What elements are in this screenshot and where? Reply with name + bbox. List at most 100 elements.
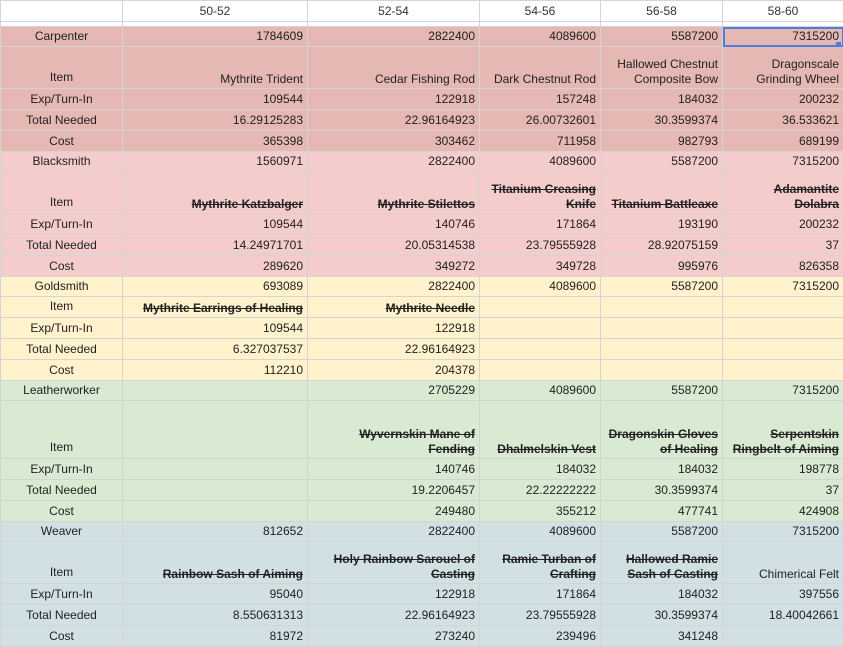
row-label-item[interactable]: Item (1, 172, 123, 214)
total-exp-cell[interactable]: 5587200 (601, 522, 723, 542)
column-header[interactable]: 52-54 (308, 1, 480, 22)
total-exp-cell[interactable]: 2822400 (308, 152, 480, 172)
row-label-exp[interactable]: Exp/Turn-In (1, 459, 123, 480)
row-label-item[interactable]: Item (1, 47, 123, 89)
row-label-exp[interactable]: Exp/Turn-In (1, 89, 123, 110)
row-label-cost[interactable]: Cost (1, 501, 123, 522)
total-exp-cell[interactable]: 4089600 (480, 277, 601, 297)
column-header[interactable]: 58-60 (723, 1, 843, 22)
total-exp-cell[interactable]: 2705229 (308, 381, 480, 401)
row-label-exp[interactable]: Exp/Turn-In (1, 318, 123, 339)
exp-cell[interactable]: 157248 (480, 89, 601, 110)
exp-cell[interactable] (123, 459, 308, 480)
item-cell[interactable]: Cedar Fishing Rod (308, 47, 480, 89)
exp-cell[interactable] (723, 318, 843, 339)
row-label-item[interactable]: Item (1, 297, 123, 318)
exp-cell[interactable]: 122918 (308, 584, 480, 605)
cost-cell[interactable]: 711958 (480, 131, 601, 152)
total-exp-cell[interactable]: 7315200 (723, 152, 843, 172)
exp-cell[interactable]: 193190 (601, 214, 723, 235)
total-exp-cell[interactable]: 5587200 (601, 277, 723, 297)
needed-cell[interactable]: 16.29125283 (123, 110, 308, 131)
needed-cell[interactable]: 26.00732601 (480, 110, 601, 131)
total-exp-cell[interactable]: 4089600 (480, 152, 601, 172)
exp-cell[interactable]: 184032 (601, 459, 723, 480)
needed-cell[interactable]: 22.96164923 (308, 339, 480, 360)
row-label-cost[interactable]: Cost (1, 256, 123, 277)
cost-cell[interactable]: 982793 (601, 131, 723, 152)
needed-cell[interactable]: 6.327037537 (123, 339, 308, 360)
exp-cell[interactable]: 184032 (601, 584, 723, 605)
item-cell[interactable]: Mythrite Needle (308, 297, 480, 318)
cost-cell[interactable] (480, 360, 601, 381)
needed-cell[interactable]: 14.24971701 (123, 235, 308, 256)
item-cell[interactable]: Chimerical Felt (723, 542, 843, 584)
total-exp-cell[interactable]: 1560971 (123, 152, 308, 172)
needed-cell[interactable]: 22.22222222 (480, 480, 601, 501)
item-cell[interactable]: Titanium Creasing Knife (480, 172, 601, 214)
exp-cell[interactable]: 171864 (480, 584, 601, 605)
cost-cell[interactable]: 365398 (123, 131, 308, 152)
needed-cell[interactable]: 36.533621 (723, 110, 843, 131)
cost-cell[interactable]: 424908 (723, 501, 843, 522)
exp-cell[interactable]: 122918 (308, 89, 480, 110)
cost-cell[interactable]: 289620 (123, 256, 308, 277)
item-cell[interactable]: Serpentskin Ringbelt of Aiming (723, 401, 843, 459)
row-label-needed[interactable]: Total Needed (1, 235, 123, 256)
cost-cell[interactable]: 689199 (723, 131, 843, 152)
row-label-needed[interactable]: Total Needed (1, 339, 123, 360)
needed-cell[interactable] (601, 339, 723, 360)
total-exp-cell[interactable]: 693089 (123, 277, 308, 297)
exp-cell[interactable]: 198778 (723, 459, 843, 480)
exp-cell[interactable]: 95040 (123, 584, 308, 605)
cost-cell[interactable]: 249480 (308, 501, 480, 522)
cost-cell[interactable]: 349728 (480, 256, 601, 277)
total-exp-cell[interactable] (123, 381, 308, 401)
cost-cell[interactable]: 273240 (308, 626, 480, 647)
exp-cell[interactable]: 140746 (308, 459, 480, 480)
total-exp-cell[interactable]: 4089600 (480, 522, 601, 542)
item-cell[interactable]: Hallowed Chestnut Composite Bow (601, 47, 723, 89)
item-cell[interactable]: Adamantite Dolabra (723, 172, 843, 214)
item-cell[interactable]: Dragonscale Grinding Wheel (723, 47, 843, 89)
exp-cell[interactable] (601, 318, 723, 339)
total-exp-cell[interactable]: 7315200 (723, 277, 843, 297)
row-label-needed[interactable]: Total Needed (1, 605, 123, 626)
section-name-black[interactable]: Blacksmith (1, 152, 123, 172)
needed-cell[interactable]: 20.05314538 (308, 235, 480, 256)
exp-cell[interactable]: 397556 (723, 584, 843, 605)
item-cell[interactable]: Dragonskin Gloves of Healing (601, 401, 723, 459)
item-cell[interactable]: Titanium Battleaxe (601, 172, 723, 214)
row-label-exp[interactable]: Exp/Turn-In (1, 584, 123, 605)
cost-cell[interactable]: 303462 (308, 131, 480, 152)
needed-cell[interactable]: 23.79555928 (480, 605, 601, 626)
total-exp-cell[interactable]: 812652 (123, 522, 308, 542)
item-cell[interactable]: Holy Rainbow Sarouel of Casting (308, 542, 480, 584)
cost-cell[interactable] (601, 360, 723, 381)
cost-cell[interactable]: 477741 (601, 501, 723, 522)
cost-cell[interactable]: 826358 (723, 256, 843, 277)
row-label-cost[interactable]: Cost (1, 626, 123, 647)
needed-cell[interactable]: 37 (723, 480, 843, 501)
item-cell[interactable]: Dark Chestnut Rod (480, 47, 601, 89)
needed-cell[interactable]: 18.40042661 (723, 605, 843, 626)
item-cell[interactable] (123, 401, 308, 459)
exp-cell[interactable]: 109544 (123, 214, 308, 235)
needed-cell[interactable] (123, 480, 308, 501)
cost-cell[interactable] (123, 501, 308, 522)
cost-cell[interactable] (723, 360, 843, 381)
total-exp-cell[interactable]: 7315200 (723, 381, 843, 401)
needed-cell[interactable]: 8.550631313 (123, 605, 308, 626)
exp-cell[interactable]: 109544 (123, 318, 308, 339)
total-exp-cell[interactable]: 1784609 (123, 27, 308, 47)
column-header[interactable]: 50-52 (123, 1, 308, 22)
cost-cell[interactable]: 341248 (601, 626, 723, 647)
exp-cell[interactable]: 200232 (723, 214, 843, 235)
needed-cell[interactable]: 28.92075159 (601, 235, 723, 256)
needed-cell[interactable]: 30.3599374 (601, 110, 723, 131)
column-header[interactable]: 56-58 (601, 1, 723, 22)
item-cell[interactable] (480, 297, 601, 318)
item-cell[interactable]: Mythrite Earrings of Healing (123, 297, 308, 318)
row-label-needed[interactable]: Total Needed (1, 480, 123, 501)
total-exp-cell[interactable]: 2822400 (308, 522, 480, 542)
